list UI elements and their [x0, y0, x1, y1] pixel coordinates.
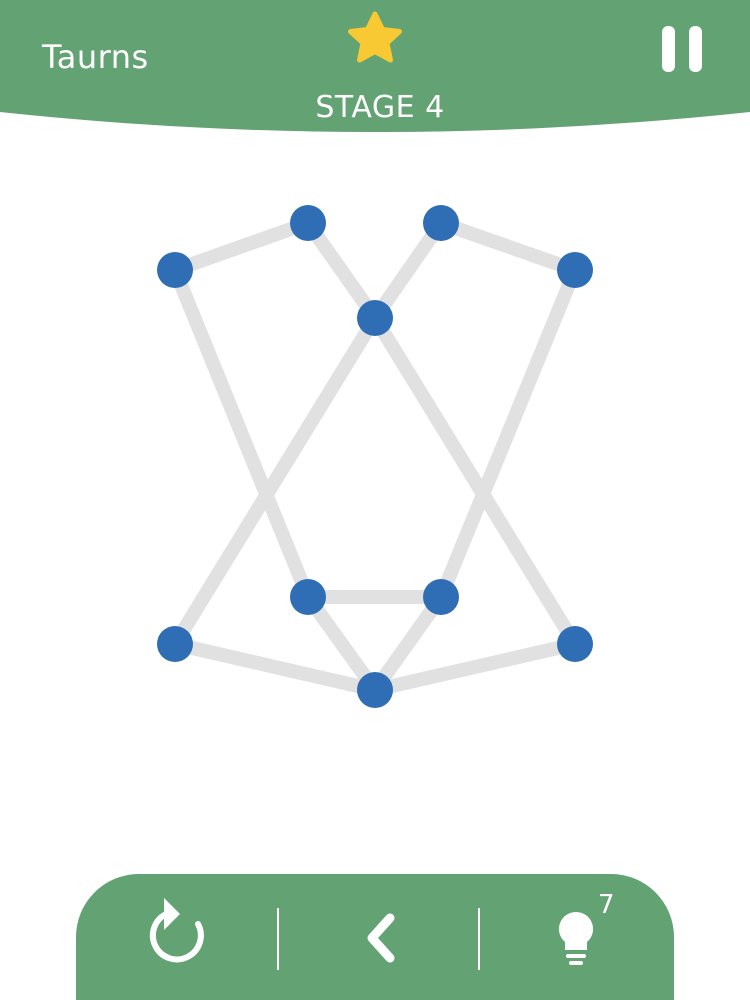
restart-icon	[149, 898, 204, 963]
puzzle-node[interactable]	[557, 626, 593, 662]
restart-button[interactable]	[86, 888, 266, 988]
puzzle-node[interactable]	[157, 626, 193, 662]
puzzle-node[interactable]	[157, 252, 193, 288]
puzzle-node[interactable]	[557, 252, 593, 288]
puzzle-edge[interactable]	[434, 216, 582, 277]
chevron-left-icon	[367, 913, 395, 963]
puzzle-board	[157, 205, 593, 708]
lightbulb-icon	[558, 911, 594, 965]
puzzle-node[interactable]	[423, 579, 459, 615]
hint-button[interactable]	[486, 888, 666, 988]
puzzle-edge[interactable]	[168, 216, 315, 277]
toolbar-divider	[478, 908, 480, 970]
puzzle-node[interactable]	[290, 205, 326, 241]
puzzle-node[interactable]	[423, 205, 459, 241]
puzzle-node[interactable]	[357, 672, 393, 708]
puzzle-node[interactable]	[290, 579, 326, 615]
puzzle-node[interactable]	[357, 300, 393, 336]
game-screen: Taurns STAGE 4 7	[0, 0, 750, 1000]
hint-count: 7	[598, 890, 615, 920]
toolbar-divider	[277, 908, 279, 970]
back-button[interactable]	[286, 888, 466, 988]
bottom-toolbar: 7	[76, 874, 674, 1000]
